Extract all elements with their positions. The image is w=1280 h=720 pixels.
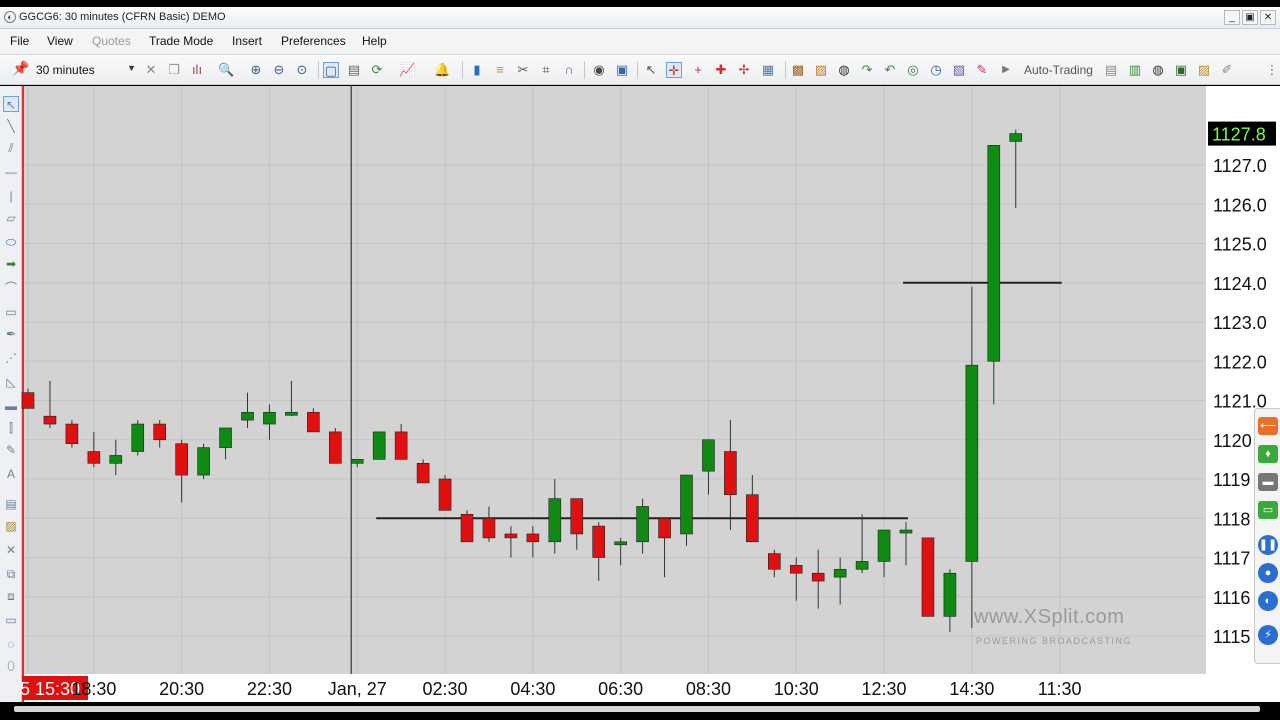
candle-body — [65, 423, 79, 444]
candle-body — [987, 145, 1001, 362]
candle-body — [153, 423, 166, 441]
candle-body — [350, 459, 364, 464]
candle-body — [21, 392, 35, 409]
candle-body — [1009, 133, 1023, 142]
price-tick-label: 1127.0 — [1213, 156, 1267, 176]
candle-body — [943, 572, 957, 617]
candle-body — [724, 451, 737, 495]
candle-body — [219, 427, 232, 448]
candle-body — [614, 541, 627, 546]
candle-body — [833, 568, 847, 578]
candle-body — [241, 411, 254, 421]
price-tick-label: 1125.0 — [1213, 235, 1267, 255]
price-tick-label: 1123.0 — [1213, 313, 1267, 333]
scrollbar-track[interactable] — [14, 706, 1260, 712]
candle-body — [746, 494, 759, 543]
candle-body — [372, 431, 386, 460]
last-price-label: 1127.8 — [1212, 125, 1266, 145]
time-tick-label: 04:30 — [510, 679, 555, 699]
candles — [21, 129, 1023, 633]
time-tick-label: Jan, 27 — [328, 679, 387, 699]
candle-body — [877, 529, 891, 562]
candle-body — [570, 498, 584, 535]
chat-icon[interactable]: ▭ — [1258, 501, 1278, 519]
price-tick-label: 1120 — [1213, 431, 1252, 451]
price-tick-label: 1119 — [1213, 470, 1250, 490]
candle-body — [658, 517, 671, 539]
chart-grid — [24, 86, 1206, 674]
price-tick-label: 1122.0 — [1213, 352, 1267, 372]
candle-body — [811, 572, 825, 582]
candle-body — [197, 447, 210, 476]
candle-body — [285, 411, 298, 416]
time-tick-label: 20:30 — [159, 679, 204, 699]
candle-body — [899, 529, 913, 534]
candle-body — [680, 474, 693, 535]
price-tick-label: 1118 — [1213, 509, 1250, 529]
candle-body — [438, 478, 452, 511]
settings-icon[interactable]: ⚡ — [1258, 625, 1278, 645]
camera-icon[interactable]: ▬ — [1258, 473, 1278, 491]
candle-body — [307, 411, 320, 433]
price-tick-label: 1126.0 — [1213, 195, 1267, 215]
candle-body — [921, 537, 935, 617]
xsplit-watermark: www.XSplit.com POWERING BROADCASTING — [974, 606, 1154, 650]
candle-body — [789, 565, 803, 574]
price-tick-label: 1115 — [1213, 627, 1250, 647]
candle-body — [131, 423, 145, 452]
candle-body — [394, 431, 408, 460]
time-tick-label: 22:30 — [247, 679, 292, 699]
time-tick-label: 02:30 — [423, 679, 468, 699]
candle-body — [416, 462, 430, 484]
candle-body — [482, 517, 496, 539]
candle-body — [43, 415, 57, 425]
candle-body — [636, 506, 649, 543]
back-arrow-icon[interactable]: ⟵ — [1258, 417, 1278, 435]
watermark-main: www.XSplit.com — [974, 606, 1125, 628]
time-tick-label: 18:30 — [71, 679, 116, 699]
microphone-icon[interactable]: ♦ — [1258, 445, 1278, 463]
candle-body — [87, 451, 101, 464]
time-tick-label: 08:30 — [686, 679, 731, 699]
candle-body — [263, 411, 276, 425]
candle-body — [855, 561, 869, 570]
candle-body — [526, 533, 540, 543]
candle-body — [175, 443, 188, 476]
bottom-scrollbar[interactable] — [0, 702, 1280, 720]
time-tick-label: 11:30 — [1038, 679, 1082, 699]
candle-body — [109, 455, 123, 464]
pause-icon[interactable]: ❚❚ — [1258, 535, 1278, 555]
candle-body — [702, 439, 715, 472]
xsplit-side-panel: ⟵ ♦ ▬ ▭ ❚❚ ● ◐ ⚡ — [1254, 408, 1280, 664]
time-tick-label: 14:30 — [949, 679, 994, 699]
time-tick-label: 06:30 — [598, 679, 643, 699]
candle-body — [460, 514, 474, 543]
record-icon[interactable]: ● — [1258, 563, 1278, 583]
candle-body — [328, 431, 342, 464]
candle-body — [965, 364, 979, 562]
candle-body — [504, 533, 518, 539]
price-tick-label: 1116 — [1213, 588, 1250, 608]
candle-body — [767, 553, 781, 570]
time-tick-label: 10:30 — [774, 679, 819, 699]
price-tick-label: 1117 — [1213, 549, 1250, 569]
candle-body — [548, 498, 562, 543]
stream-icon[interactable]: ◐ — [1258, 591, 1278, 611]
watermark-sub: POWERING BROADCASTING — [976, 636, 1133, 646]
time-axis-labels: 5 15:3018:30 20:30 22:30 Jan, 27 02:30 04:30 0… — [20, 676, 1082, 700]
candle-body — [592, 525, 606, 558]
price-tick-label: 1124.0 — [1213, 274, 1267, 294]
time-tick-label: 12:30 — [862, 679, 907, 699]
